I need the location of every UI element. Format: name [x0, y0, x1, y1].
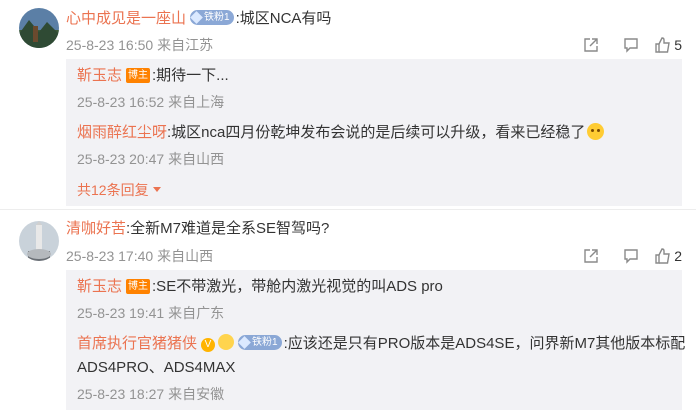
reply-text: :期待一下...: [152, 67, 229, 84]
reply-meta: 25-8-23 20:47 来自山西: [77, 150, 224, 168]
comment-icon[interactable]: [614, 246, 648, 266]
face-badge-icon: [218, 334, 235, 350]
mountain-landscape-avatar-icon: [19, 8, 59, 48]
avatar[interactable]: [19, 221, 59, 261]
reply-meta: 25-8-23 19:41 来自广东: [77, 304, 224, 322]
host-badge: 博主: [126, 279, 151, 294]
like-count: 5: [674, 37, 682, 53]
share-icon[interactable]: [574, 246, 608, 266]
comment-location: 来自江苏: [157, 37, 214, 53]
reply-meta: 25-8-23 16:52 来自上海: [77, 93, 224, 111]
reply-location: 来自上海: [168, 94, 225, 110]
verified-icon: V: [201, 338, 216, 352]
thumbs-up-icon: [655, 248, 671, 264]
comment: 清咖好苦:全新M7难道是全系SE智驾吗? 25-8-23 17:40 来自山西 …: [0, 210, 696, 412]
grin-emoji-icon: [587, 123, 605, 140]
reply-username[interactable]: 首席执行官猪猪侠: [77, 335, 197, 352]
comment-meta: 25-8-23 17:40 来自山西: [66, 247, 213, 265]
reply-username[interactable]: 烟雨醉红尘呀: [77, 124, 167, 141]
reply-time: 25-8-23 18:27: [77, 386, 165, 402]
reply-time: 25-8-23 20:47: [77, 151, 165, 167]
reply-item: 首席执行官猪猪侠 V 铁粉1:应该还是只有PRO版本是ADS4SE，问界新M7其他版…: [77, 334, 685, 354]
comment-text: :城区NCA有吗: [235, 10, 332, 27]
reply-location: 来自山西: [168, 151, 225, 167]
share-icon[interactable]: [574, 35, 608, 55]
reply-meta: 25-8-23 18:27 来自安徽: [77, 385, 224, 403]
more-replies-link[interactable]: 共12条回复: [77, 180, 162, 200]
like-count: 2: [674, 248, 682, 264]
comment-username[interactable]: 心中成见是一座山: [66, 10, 186, 27]
reply-item: 靳玉志 博主:期待一下...: [77, 66, 229, 86]
comment-actions: 2: [568, 246, 682, 266]
reply-username[interactable]: 靳玉志: [77, 278, 122, 295]
comment: 心中成见是一座山 铁粉1:城区NCA有吗 25-8-23 16:50 来自江苏 5…: [0, 0, 696, 210]
comment-text: :全新M7难道是全系SE智驾吗?: [126, 220, 330, 237]
comment-time: 25-8-23 16:50: [66, 37, 154, 53]
like-button[interactable]: 5: [654, 35, 682, 55]
comment-icon[interactable]: [614, 35, 648, 55]
reply-text-continued: ADS4PRO、ADS4MAX: [77, 359, 236, 376]
reply-list: 靳玉志 博主:期待一下... 25-8-23 16:52 来自上海 烟雨醉红尘呀:…: [66, 59, 682, 206]
reply-item: 烟雨醉红尘呀:城区nca四月份乾坤发布会说的是后续可以升级，看来已经稳了: [77, 123, 605, 143]
reply-item: 靳玉志 博主:SE不带激光，带舱内激光视觉的叫ADS pro: [77, 277, 443, 297]
comment-meta: 25-8-23 16:50 来自江苏: [66, 36, 213, 54]
reply-username[interactable]: 靳玉志: [77, 67, 122, 84]
comment-location: 来自山西: [157, 248, 214, 264]
caret-down-icon: [153, 187, 162, 192]
comment-time: 25-8-23 17:40: [66, 248, 154, 264]
fan-badge: 铁粉1: [190, 10, 234, 25]
avatar[interactable]: [19, 8, 59, 48]
comment-username[interactable]: 清咖好苦: [66, 220, 126, 237]
reply-time: 25-8-23 16:52: [77, 94, 165, 110]
comment-actions: 5: [568, 35, 682, 55]
like-button[interactable]: 2: [654, 246, 682, 266]
reply-time: 25-8-23 19:41: [77, 305, 165, 321]
fan-badge: 铁粉1: [238, 335, 282, 350]
reply-text: :城区nca四月份乾坤发布会说的是后续可以升级，看来已经稳了: [167, 124, 586, 141]
reply-text: :应该还是只有PRO版本是ADS4SE，问界新M7其他版本标配: [283, 335, 686, 352]
rocket-launch-avatar-icon: [19, 221, 59, 261]
reply-location: 来自安徽: [168, 386, 225, 402]
reply-location: 来自广东: [168, 305, 225, 321]
thumbs-up-icon: [655, 37, 671, 53]
reply-list: 靳玉志 博主:SE不带激光，带舱内激光视觉的叫ADS pro 25-8-23 19…: [66, 270, 685, 410]
reply-text: :SE不带激光，带舱内激光视觉的叫ADS pro: [152, 278, 443, 295]
host-badge: 博主: [126, 68, 151, 83]
